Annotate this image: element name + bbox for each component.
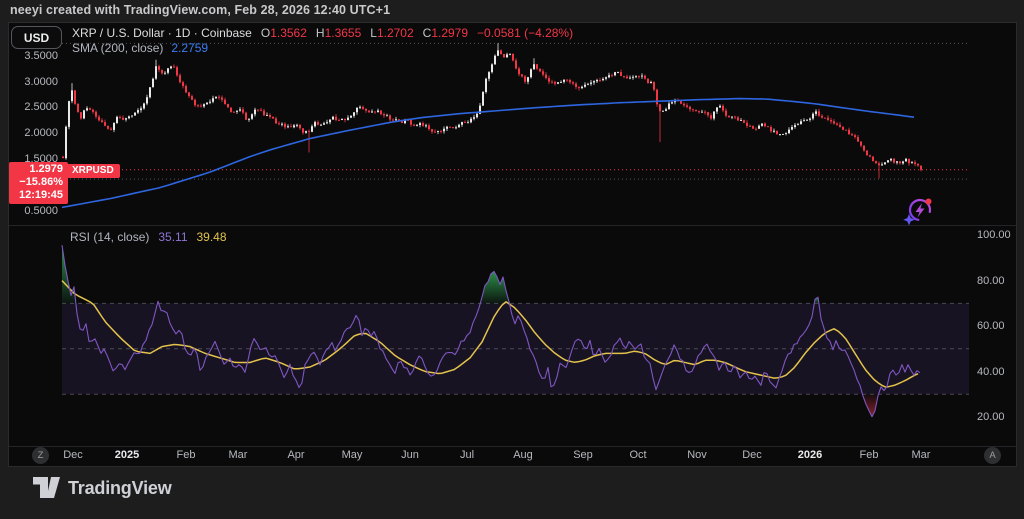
price-axis-label: 0.5000 [2, 205, 58, 217]
rsi-legend: RSI (14, close) 35.11 39.48 [70, 230, 227, 244]
currency-usd-button[interactable]: USD [11, 26, 62, 49]
auto-scale-badge[interactable]: A [984, 447, 1001, 464]
time-axis-label: May [330, 449, 374, 461]
flash-icon [901, 194, 937, 228]
time-axis-label: Sep [561, 449, 605, 461]
symbol-legend: XRP / U.S. Dollar · 1D · Coinbase O1.356… [72, 26, 573, 40]
ohlc-high: H1.3655 [316, 26, 361, 40]
rsi-axis-label: 40.00 [977, 366, 1005, 378]
ohlc-low: L1.2702 [370, 26, 413, 40]
symbol-title[interactable]: XRP / U.S. Dollar · 1D · Coinbase [72, 26, 252, 40]
time-axis-label: Oct [616, 449, 660, 461]
symbol-price-badge: XRPUSD [66, 164, 120, 178]
flag-countdown: 12:19:45 [9, 189, 63, 202]
sma-label[interactable]: SMA (200, close) [72, 41, 163, 55]
price-axis-label: 3.0000 [2, 76, 58, 88]
tradingview-logo[interactable]: TradingView [33, 477, 172, 499]
rsi-axis-label: 60.00 [977, 320, 1005, 332]
current-price-flag: 1.2979 −15.86% 12:19:45 [9, 162, 68, 204]
time-axis-label: Dec [51, 449, 95, 461]
rsi-value: 35.11 [158, 230, 187, 244]
sma-line [62, 99, 914, 208]
tradingview-chart-snapshot: neeyi created with TradingView.com, Feb … [0, 0, 1024, 519]
chart-canvas[interactable] [0, 0, 1024, 519]
flash-action-button[interactable] [901, 194, 937, 228]
sma-legend: SMA (200, close) 2.2759 [72, 41, 208, 55]
time-axis-label: 2026 [788, 449, 832, 461]
time-axis-label: Mar [899, 449, 943, 461]
rsi-axis-label: 20.00 [977, 411, 1005, 423]
price-axis-label: 2.0000 [2, 127, 58, 139]
time-axis-label: Nov [675, 449, 719, 461]
time-axis-label: Feb [164, 449, 208, 461]
time-axis-label: Mar [216, 449, 260, 461]
time-axis-label: Feb [847, 449, 891, 461]
time-axis-label: Dec [730, 449, 774, 461]
rsi-axis-label: 100.00 [977, 229, 1011, 241]
sma-value: 2.2759 [171, 41, 208, 55]
change-value: −0.0581 (−4.28%) [477, 26, 573, 40]
price-axis-label: 3.5000 [2, 50, 58, 62]
time-axis-label: Aug [501, 449, 545, 461]
time-axis-label: Jul [445, 449, 489, 461]
timezone-badge[interactable]: Z [32, 447, 49, 464]
ohlc-open: O1.3562 [261, 26, 307, 40]
tradingview-logo-text: TradingView [68, 478, 172, 499]
up-candle-bodies [65, 50, 913, 165]
flag-price: 1.2979 [9, 163, 63, 176]
time-axis-label: Jun [388, 449, 432, 461]
rsi-axis-label: 80.00 [977, 275, 1005, 287]
rsi-ma-value: 39.48 [197, 230, 227, 244]
flag-change-percent: −15.86% [9, 176, 63, 189]
time-axis-label: 2025 [105, 449, 149, 461]
ohlc-close: C1.2979 [423, 26, 468, 40]
tradingview-logo-icon [33, 477, 60, 499]
rsi-label[interactable]: RSI (14, close) [70, 230, 149, 244]
up-candle-wicks [66, 43, 912, 166]
price-axis-label: 2.5000 [2, 101, 58, 113]
rsi-overbought-fill [62, 245, 76, 303]
time-axis-label: Apr [274, 449, 318, 461]
